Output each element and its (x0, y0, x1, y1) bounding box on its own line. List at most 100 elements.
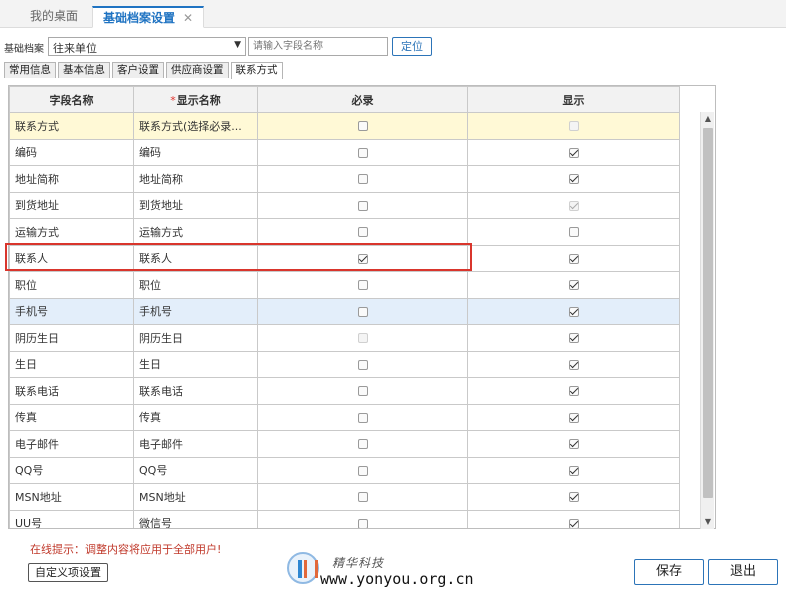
cell-display-name[interactable]: 传真 (133, 403, 258, 431)
required-checkbox[interactable] (357, 386, 368, 397)
cell-display-name[interactable]: MSN地址 (133, 483, 258, 511)
required-checkbox[interactable] (357, 359, 368, 370)
table-row[interactable]: 手机号 手机号 (9, 297, 680, 325)
cell-required (257, 403, 468, 431)
table-row[interactable]: 地址简称 地址简称 (9, 165, 680, 193)
logo-icon (287, 552, 319, 584)
cell-show (467, 297, 680, 325)
show-checkbox[interactable] (568, 412, 579, 423)
table-row[interactable]: 传真 传真 (9, 403, 680, 431)
cell-required (257, 165, 468, 193)
show-checkbox[interactable] (568, 359, 579, 370)
cell-required (257, 430, 468, 458)
save-button[interactable]: 保存 (634, 559, 704, 585)
cell-field-name: QQ号 (9, 456, 134, 484)
show-checkbox[interactable] (568, 333, 579, 344)
table-row[interactable]: 到货地址 到货地址 (9, 191, 680, 219)
show-checkbox[interactable] (568, 518, 579, 528)
required-checkbox[interactable] (357, 280, 368, 291)
col-header-required[interactable]: 必录 (257, 86, 468, 113)
tab-my-desktop[interactable]: 我的桌面 (30, 6, 78, 28)
field-name-input[interactable] (248, 37, 388, 56)
field-table: 字段名称 *显示名称 必录 显示 联系方式 联系方式(选择必录... 编码 编码 地址简… (9, 86, 680, 528)
cell-display-name[interactable]: QQ号 (133, 456, 258, 484)
cell-display-name[interactable]: 职位 (133, 271, 258, 299)
cell-display-name[interactable]: 运输方式 (133, 218, 258, 246)
required-checkbox[interactable] (357, 465, 368, 476)
show-checkbox[interactable] (568, 227, 579, 238)
cell-display-name[interactable]: 编码 (133, 138, 258, 166)
cell-display-name[interactable]: 阴历生日 (133, 324, 258, 352)
col-header-show[interactable]: 显示 (467, 86, 680, 113)
show-checkbox[interactable] (568, 465, 579, 476)
cell-show (467, 191, 680, 219)
archive-select[interactable]: 往来单位 ▼ (48, 37, 246, 56)
vertical-scrollbar[interactable]: ▲ ▼ (700, 112, 714, 529)
tab-supplier-settings[interactable]: 供应商设置 (166, 62, 229, 78)
required-checkbox[interactable] (357, 439, 368, 450)
show-checkbox[interactable] (568, 253, 579, 264)
cell-required (257, 377, 468, 405)
col-header-display[interactable]: *显示名称 (133, 86, 258, 113)
table-row[interactable]: 职位 职位 (9, 271, 680, 299)
cell-display-name[interactable]: 手机号 (133, 297, 258, 325)
show-checkbox[interactable] (568, 492, 579, 503)
locate-button[interactable]: 定位 (392, 37, 432, 56)
cell-display-name[interactable]: 联系方式(选择必录... (133, 112, 258, 140)
table-row[interactable]: 联系电话 联系电话 (9, 377, 680, 405)
required-checkbox[interactable] (357, 174, 368, 185)
table-row[interactable]: 阴历生日 阴历生日 (9, 324, 680, 352)
table-header-row: 字段名称 *显示名称 必录 显示 (9, 86, 680, 113)
tab-archive-settings[interactable]: 基础档案设置 ✕ (92, 6, 205, 28)
custom-items-button[interactable]: 自定义项设置 (28, 563, 108, 582)
required-checkbox[interactable] (357, 200, 368, 211)
show-checkbox[interactable] (568, 386, 579, 397)
cell-show (467, 403, 680, 431)
exit-button[interactable]: 退出 (708, 559, 778, 585)
tab-contact[interactable]: 联系方式 (230, 62, 283, 79)
required-checkbox[interactable] (357, 147, 368, 158)
table-row[interactable]: 运输方式 运输方式 (9, 218, 680, 246)
table-row[interactable]: 生日 生日 (9, 350, 680, 378)
cell-display-name[interactable]: 生日 (133, 350, 258, 378)
show-checkbox[interactable] (568, 306, 579, 317)
tab-customer-settings[interactable]: 客户设置 (112, 62, 164, 78)
cell-required (257, 456, 468, 484)
required-checkbox[interactable] (357, 121, 368, 132)
cell-display-name[interactable]: 地址简称 (133, 165, 258, 193)
table-row[interactable]: 联系方式 联系方式(选择必录... (9, 112, 680, 140)
show-checkbox[interactable] (568, 174, 579, 185)
close-icon[interactable]: ✕ (183, 11, 193, 25)
table-row[interactable]: 编码 编码 (9, 138, 680, 166)
table-row[interactable]: QQ号 QQ号 (9, 456, 680, 484)
show-checkbox[interactable] (568, 147, 579, 158)
cell-field-name: UU号 (9, 509, 134, 528)
required-checkbox[interactable] (357, 492, 368, 503)
cell-display-name[interactable]: 到货地址 (133, 191, 258, 219)
cell-show (467, 244, 680, 272)
show-checkbox[interactable] (568, 280, 579, 291)
cell-display-name[interactable]: 微信号 (133, 509, 258, 528)
scrollbar-thumb[interactable] (703, 128, 713, 498)
required-checkbox[interactable] (357, 227, 368, 238)
col-header-field[interactable]: 字段名称 (9, 86, 134, 113)
tab-common-info[interactable]: 常用信息 (4, 62, 56, 78)
table-row[interactable]: UU号 微信号 (9, 509, 680, 528)
table-row[interactable]: 联系人 联系人 (9, 244, 680, 272)
table-row[interactable]: MSN地址 MSN地址 (9, 483, 680, 511)
required-checkbox[interactable] (357, 306, 368, 317)
cell-display-name[interactable]: 联系人 (133, 244, 258, 272)
required-checkbox (357, 333, 368, 344)
scroll-down-icon[interactable]: ▼ (701, 515, 715, 529)
scroll-up-icon[interactable]: ▲ (701, 112, 715, 126)
cell-display-name[interactable]: 电子邮件 (133, 430, 258, 458)
cell-display-name[interactable]: 联系电话 (133, 377, 258, 405)
show-checkbox[interactable] (568, 439, 579, 450)
required-checkbox[interactable] (357, 412, 368, 423)
cell-required (257, 350, 468, 378)
required-checkbox[interactable] (357, 253, 368, 264)
tab-basic-info[interactable]: 基本信息 (58, 62, 110, 78)
table-row[interactable]: 电子邮件 电子邮件 (9, 430, 680, 458)
cell-field-name: 生日 (9, 350, 134, 378)
required-checkbox[interactable] (357, 518, 368, 528)
